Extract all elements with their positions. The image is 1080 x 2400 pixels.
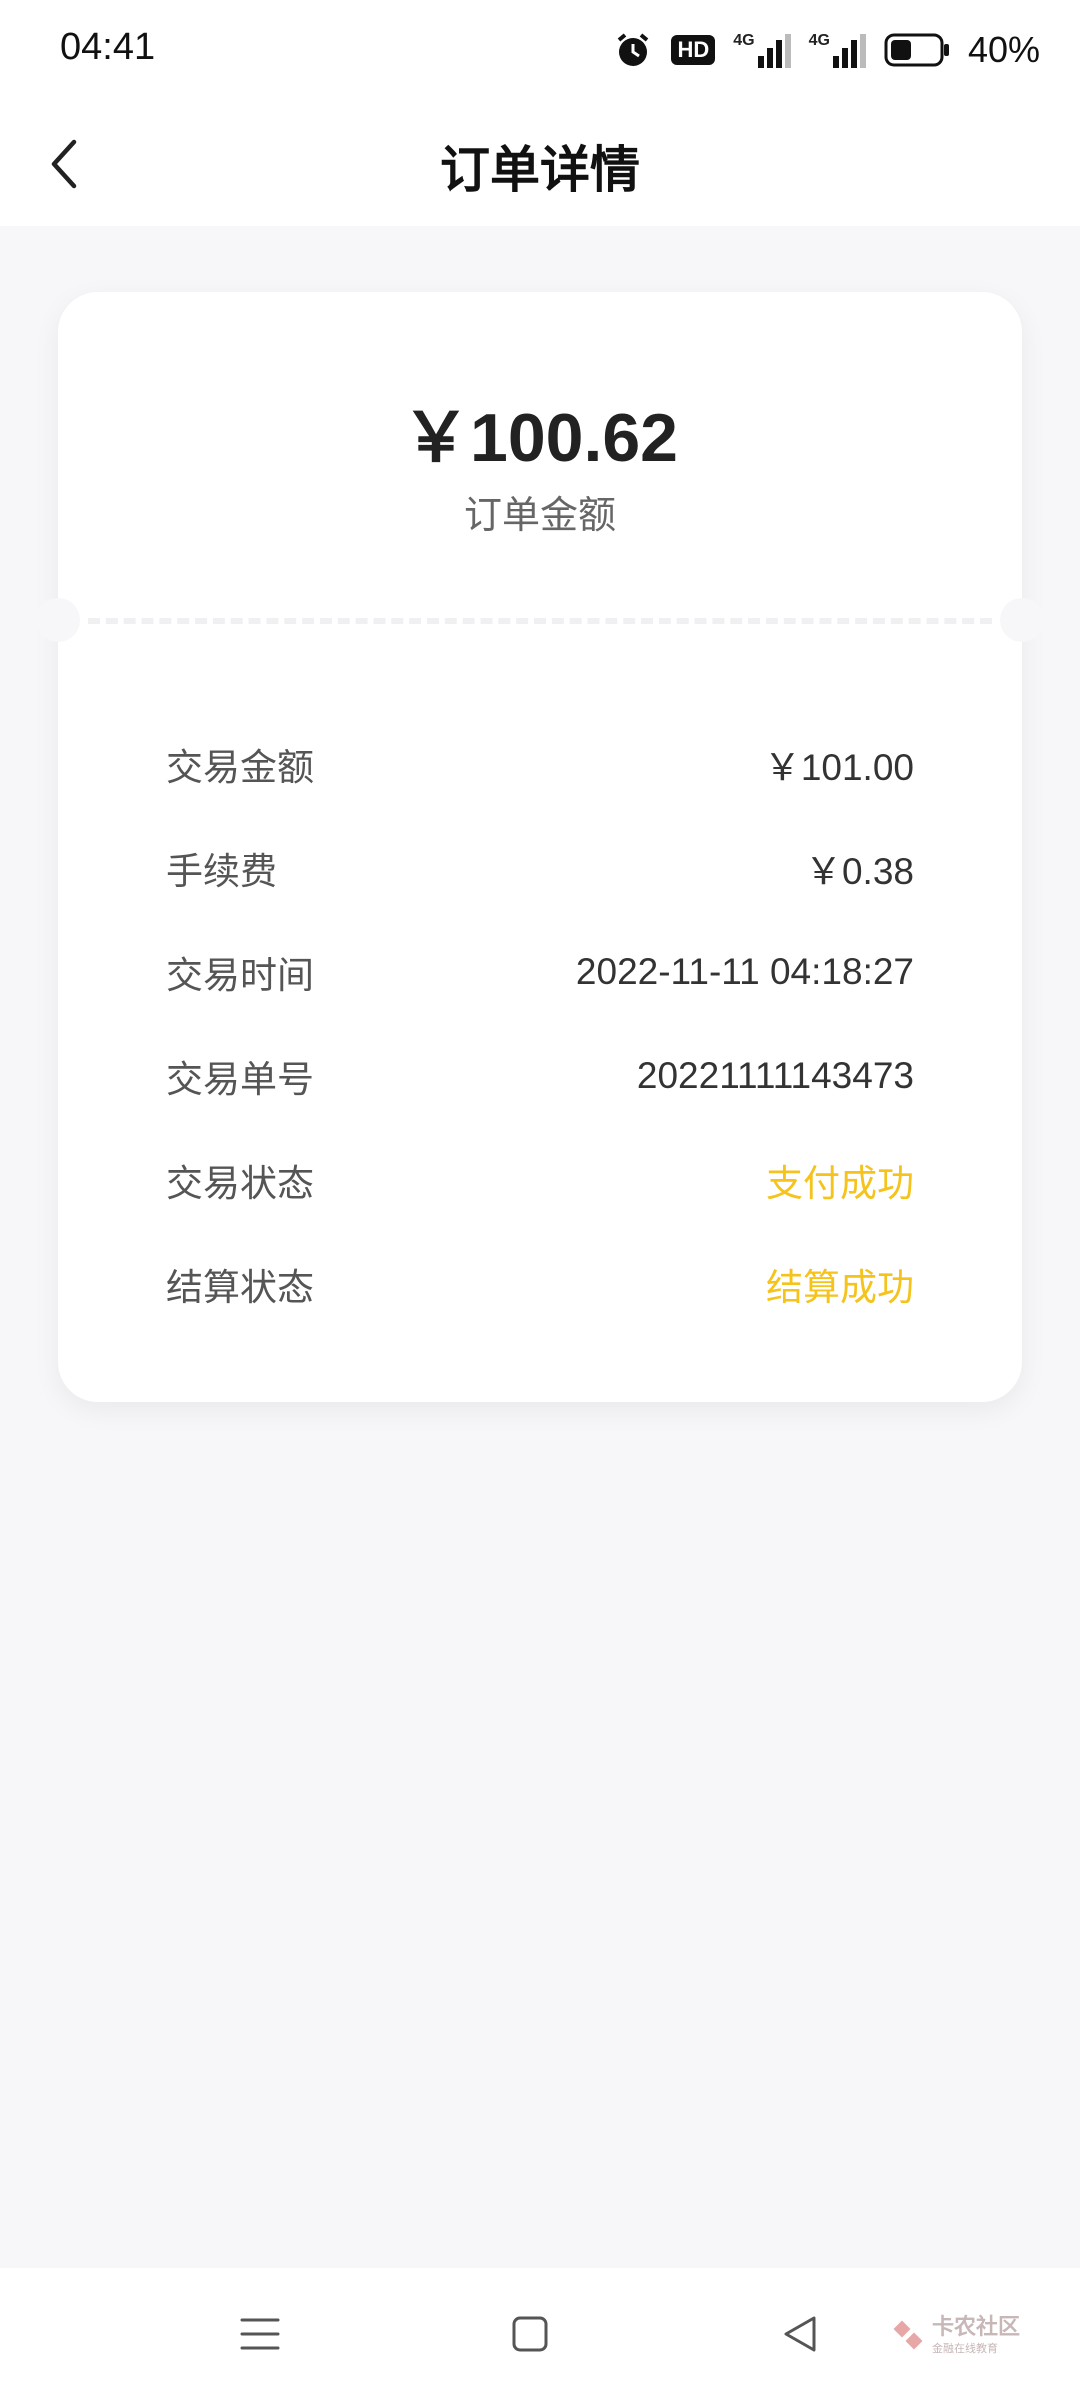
watermark-subtitle: 金融在线教育 [931, 2342, 998, 2356]
header: 订单详情 [0, 100, 1080, 226]
order-amount: ￥100.62 [402, 400, 678, 476]
page-title: 订单详情 [440, 141, 640, 199]
alarm-icon [618, 33, 649, 66]
order-card: ￥100.62 订单金额 交易金额 ￥101.00 手续费 ￥0.38 交易时间… [36, 292, 1044, 1402]
order-amount-label: 订单金额 [463, 493, 616, 537]
menu-icon [240, 2318, 280, 2350]
detail-row-trade-amount: 交易金额 ￥101.00 [166, 712, 914, 816]
detail-row-fee: 手续费 ￥0.38 [166, 816, 914, 920]
status-badge: 支付成功 [766, 1162, 914, 1205]
detail-label: 交易时间 [166, 954, 314, 997]
nav-back-button[interactable] [770, 2304, 830, 2364]
watermark-logo-icon [893, 2320, 923, 2350]
detail-value: 2022-11-11 04:18:27 [575, 951, 914, 992]
detail-row-trade-number: 交易单号 20221111143473 [166, 1024, 914, 1128]
signal-1-icon: 4G [733, 32, 791, 68]
home-button[interactable] [500, 2304, 560, 2364]
status-time: 04:41 [60, 26, 156, 68]
watermark-title: 卡农社区 [931, 2315, 1020, 2340]
detail-label: 交易金额 [166, 746, 314, 789]
detail-label: 结算状态 [166, 1266, 314, 1309]
battery-percent: 40% [967, 29, 1040, 70]
detail-label: 手续费 [166, 850, 277, 893]
card-notch-right [1000, 598, 1044, 642]
detail-row-settlement-status: 结算状态 结算成功 [166, 1232, 914, 1336]
battery-icon [884, 33, 949, 67]
hd-badge-icon: HD [671, 35, 716, 65]
system-nav-bar: 卡农社区 金融在线教育 [0, 2268, 1080, 2400]
status-icons: HD 4G 4G 40% [613, 26, 1040, 74]
card-notch-left [36, 598, 80, 642]
detail-list: 交易金额 ￥101.00 手续费 ￥0.38 交易时间 2022-11-11 0… [166, 712, 914, 1336]
network-1-label: 4G [733, 32, 755, 49]
detail-value: ￥0.38 [804, 851, 914, 892]
network-2-label: 4G [808, 32, 830, 49]
detail-row-trade-status: 交易状态 支付成功 [166, 1128, 914, 1232]
detail-value: ￥101.00 [763, 747, 914, 788]
dashed-divider [88, 618, 992, 624]
square-icon [512, 2316, 548, 2352]
recent-apps-button[interactable] [230, 2304, 290, 2364]
detail-value: 20221111143473 [636, 1055, 914, 1096]
signal-2-icon: 4G [809, 32, 866, 68]
detail-row-trade-time: 交易时间 2022-11-11 04:18:27 [166, 920, 914, 1024]
detail-label: 交易状态 [166, 1162, 314, 1205]
status-bar: 04:41 HD 4G 4G 40% [0, 0, 1080, 100]
status-badge: 结算成功 [766, 1266, 914, 1309]
triangle-back-icon [784, 2316, 816, 2352]
watermark-text: 卡农社区 金融在线教育 [931, 2315, 1020, 2356]
detail-label: 交易单号 [166, 1058, 314, 1101]
watermark: 卡农社区 金融在线教育 [892, 2315, 1020, 2356]
